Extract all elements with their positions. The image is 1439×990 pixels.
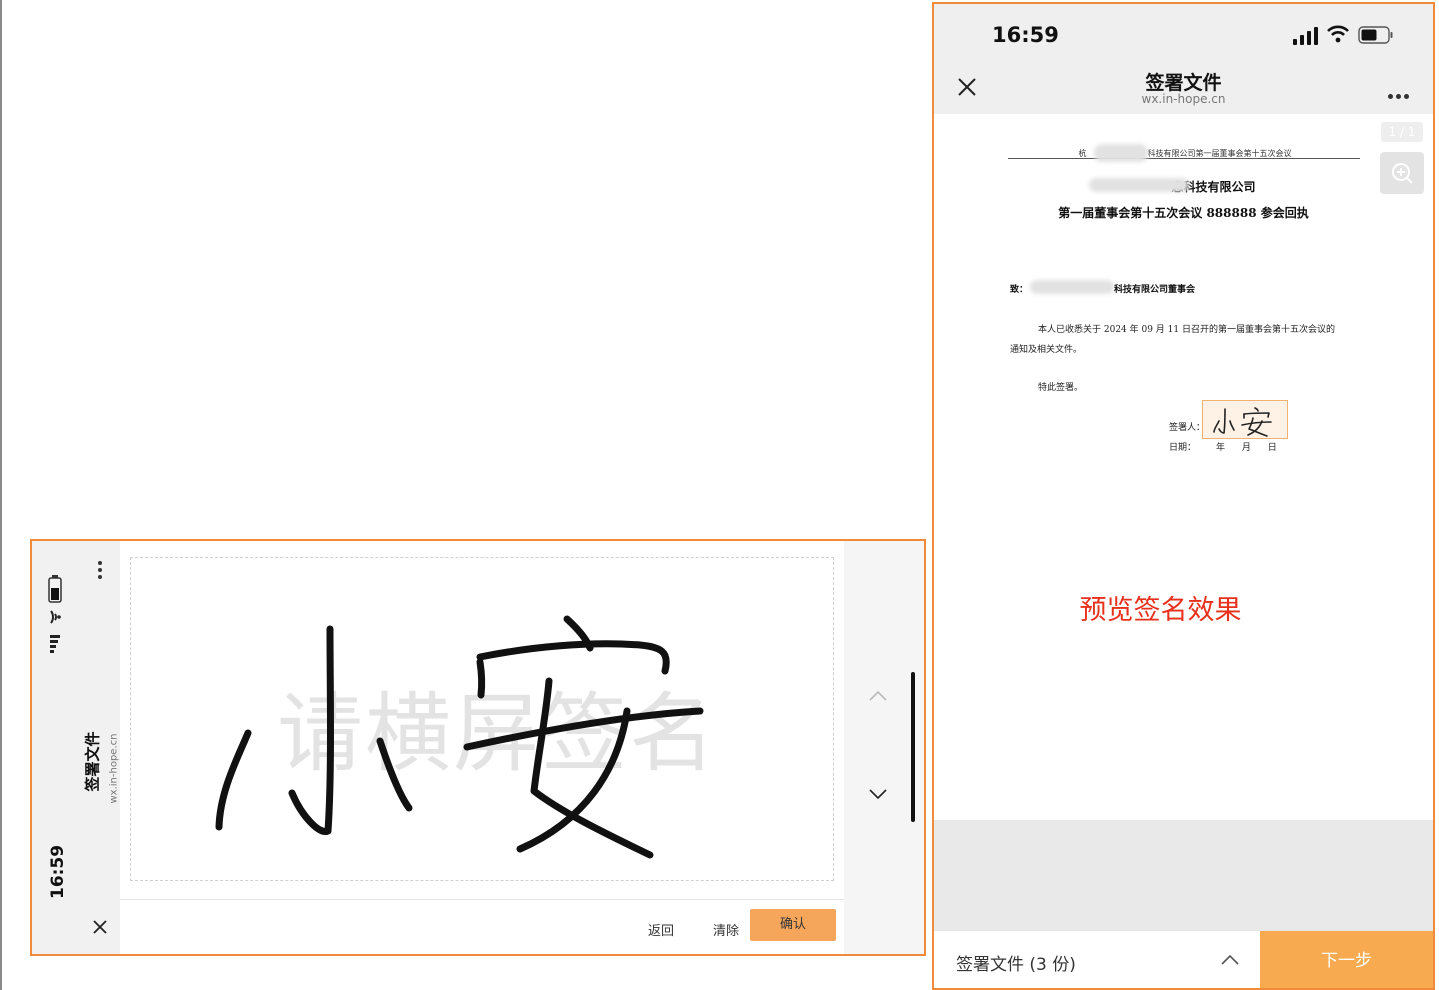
- date-fields: 年 月 日: [1216, 443, 1277, 453]
- chevron-up-icon[interactable]: [868, 689, 888, 703]
- redaction-blur: [1030, 280, 1114, 294]
- screenshot-canvas: 签署文件 wx.in-hope.cn 16:59 请横屏签名 返回 清除 确认 …: [0, 0, 1439, 990]
- date-label: 日期：: [1169, 443, 1197, 453]
- document-title-line2: 第一届董事会第十五次会议 888888 参会回执: [1058, 206, 1309, 220]
- signature-actions: 返回 清除 确认: [120, 899, 844, 954]
- landscape-signing-screen: 签署文件 wx.in-hope.cn 16:59 请横屏签名 返回 清除 确认: [30, 539, 926, 956]
- confirm-button[interactable]: 确认: [750, 909, 836, 941]
- page-indicator: 1 / 1: [1381, 122, 1423, 142]
- redaction-blur: [1094, 144, 1148, 162]
- header-text: 科技有限公司第一届董事会第十五次会议: [1147, 149, 1292, 158]
- preview-annotation: 预览签名效果: [1079, 595, 1242, 626]
- landscape-status-time: 16:59: [48, 844, 68, 899]
- signature-field[interactable]: [1202, 400, 1288, 439]
- signer-label: 签署人：: [1169, 423, 1206, 433]
- document-bottom-area: [934, 820, 1433, 930]
- status-bar: 16:59: [934, 4, 1433, 64]
- chevron-up-icon[interactable]: [1220, 953, 1240, 967]
- signature-pad[interactable]: 请横屏签名: [120, 541, 844, 899]
- navigation-bar: 签署文件 wx.in-hope.cn: [934, 64, 1433, 114]
- handwritten-signature: [215, 615, 704, 859]
- next-step-button[interactable]: 下一步: [1260, 931, 1433, 988]
- clear-button[interactable]: 清除: [713, 920, 739, 939]
- scrollbar[interactable]: [911, 672, 915, 822]
- page-title: 签署文件: [1145, 72, 1222, 94]
- body-text-line2: 通知及相关文件。: [1010, 345, 1083, 355]
- redaction-blur: [1089, 178, 1189, 192]
- landscape-system-bar: 签署文件 wx.in-hope.cn 16:59: [32, 541, 120, 954]
- addressee-label: 致：: [1010, 285, 1029, 295]
- battery-icon: [1358, 26, 1393, 44]
- body-text-line3: 特此签署。: [1038, 383, 1084, 393]
- close-icon[interactable]: [90, 917, 110, 937]
- back-button[interactable]: 返回: [648, 920, 674, 939]
- battery-icon: [48, 575, 62, 603]
- landscape-scroll-rail: [844, 541, 924, 954]
- signature-image: [1213, 407, 1272, 437]
- left-divider: [0, 0, 2, 990]
- files-count-label[interactable]: 签署文件 (3 份): [956, 950, 1076, 975]
- body-text-line1: 本人已收悉关于 2024 年 09 月 11 日召开的第一届董事会第十五次会议的: [1038, 325, 1335, 335]
- header-rule: [1008, 158, 1360, 159]
- bottom-action-bar: 签署文件 (3 份) 下一步: [934, 930, 1433, 988]
- page-domain: wx.in-hope.cn: [1141, 92, 1226, 106]
- landscape-title: 签署文件: [83, 731, 102, 792]
- chevron-down-icon[interactable]: [868, 787, 888, 801]
- more-options-icon[interactable]: [90, 559, 110, 581]
- landscape-domain: wx.in-hope.cn: [108, 733, 120, 804]
- status-time: 16:59: [992, 23, 1059, 47]
- header-prefix: 杭: [1078, 149, 1087, 158]
- portrait-preview-screen: 16:59 签署文件 wx.in-hope.cn 1 / 1 杭 科技有限公司第…: [932, 2, 1435, 990]
- addressee-org: 科技有限公司董事会: [1114, 285, 1196, 295]
- wifi-icon: [1327, 25, 1349, 43]
- wifi-icon: [50, 610, 61, 624]
- more-options-icon[interactable]: [1388, 84, 1414, 99]
- document-preview[interactable]: 1 / 1 杭 科技有限公司第一届董事会第十五次会议 息科技有限公司 第一届董事…: [934, 114, 1433, 820]
- signal-icon: [1293, 27, 1318, 45]
- signal-icon: [50, 635, 60, 653]
